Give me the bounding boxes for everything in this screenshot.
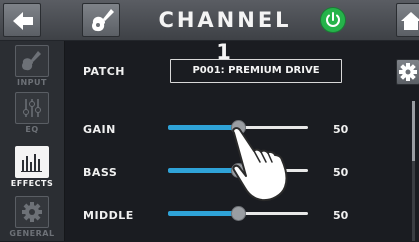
power-icon bbox=[326, 12, 340, 27]
page-title: CHANNEL 1 bbox=[158, 8, 292, 64]
sidebar-item-effects[interactable]: EFFECTS bbox=[0, 142, 64, 192]
right-rail bbox=[389, 41, 419, 241]
power-button[interactable] bbox=[321, 8, 345, 32]
sidebar-item-label: INPUT bbox=[17, 78, 47, 87]
header-bar: CHANNEL 1 bbox=[0, 0, 419, 64]
middle-value: 50 bbox=[333, 209, 349, 222]
scrollbar-thumb[interactable] bbox=[412, 101, 415, 161]
back-button[interactable] bbox=[3, 3, 41, 37]
eq-icon bbox=[15, 92, 49, 124]
settings-button[interactable] bbox=[396, 59, 419, 85]
pointing-hand-icon bbox=[232, 127, 288, 202]
guitar-jack-icon bbox=[15, 45, 49, 77]
effects-panel: PATCH P001: PREMIUM DRIVE GAIN 50 BASS 5… bbox=[65, 41, 389, 241]
guitar-icon bbox=[92, 9, 114, 32]
sidebar-item-input[interactable]: INPUT bbox=[0, 41, 64, 91]
arrow-left-icon bbox=[13, 12, 33, 30]
patch-selector[interactable]: P001: PREMIUM DRIVE bbox=[170, 59, 342, 83]
bass-value: 50 bbox=[333, 166, 349, 179]
effects-bars-icon bbox=[15, 146, 49, 178]
sidebar: INPUT EQ EFFECTS GENERAL bbox=[0, 41, 65, 241]
sidebar-item-label: EFFECTS bbox=[10, 179, 54, 188]
param-label-bass: BASS bbox=[83, 166, 118, 179]
sidebar-item-eq[interactable]: EQ bbox=[0, 88, 64, 138]
gain-value: 50 bbox=[333, 123, 349, 136]
sidebar-item-label: EQ bbox=[25, 125, 39, 134]
home-button[interactable] bbox=[396, 3, 419, 37]
gear-icon bbox=[15, 196, 49, 228]
sidebar-item-label: GENERAL bbox=[9, 229, 55, 238]
param-label-middle: MIDDLE bbox=[83, 209, 134, 222]
home-icon bbox=[401, 12, 419, 30]
gear-icon bbox=[399, 63, 417, 81]
patch-label: PATCH bbox=[83, 65, 125, 78]
param-label-gain: GAIN bbox=[83, 123, 116, 136]
guitar-button[interactable] bbox=[82, 3, 120, 37]
sidebar-item-general[interactable]: GENERAL bbox=[0, 192, 64, 242]
